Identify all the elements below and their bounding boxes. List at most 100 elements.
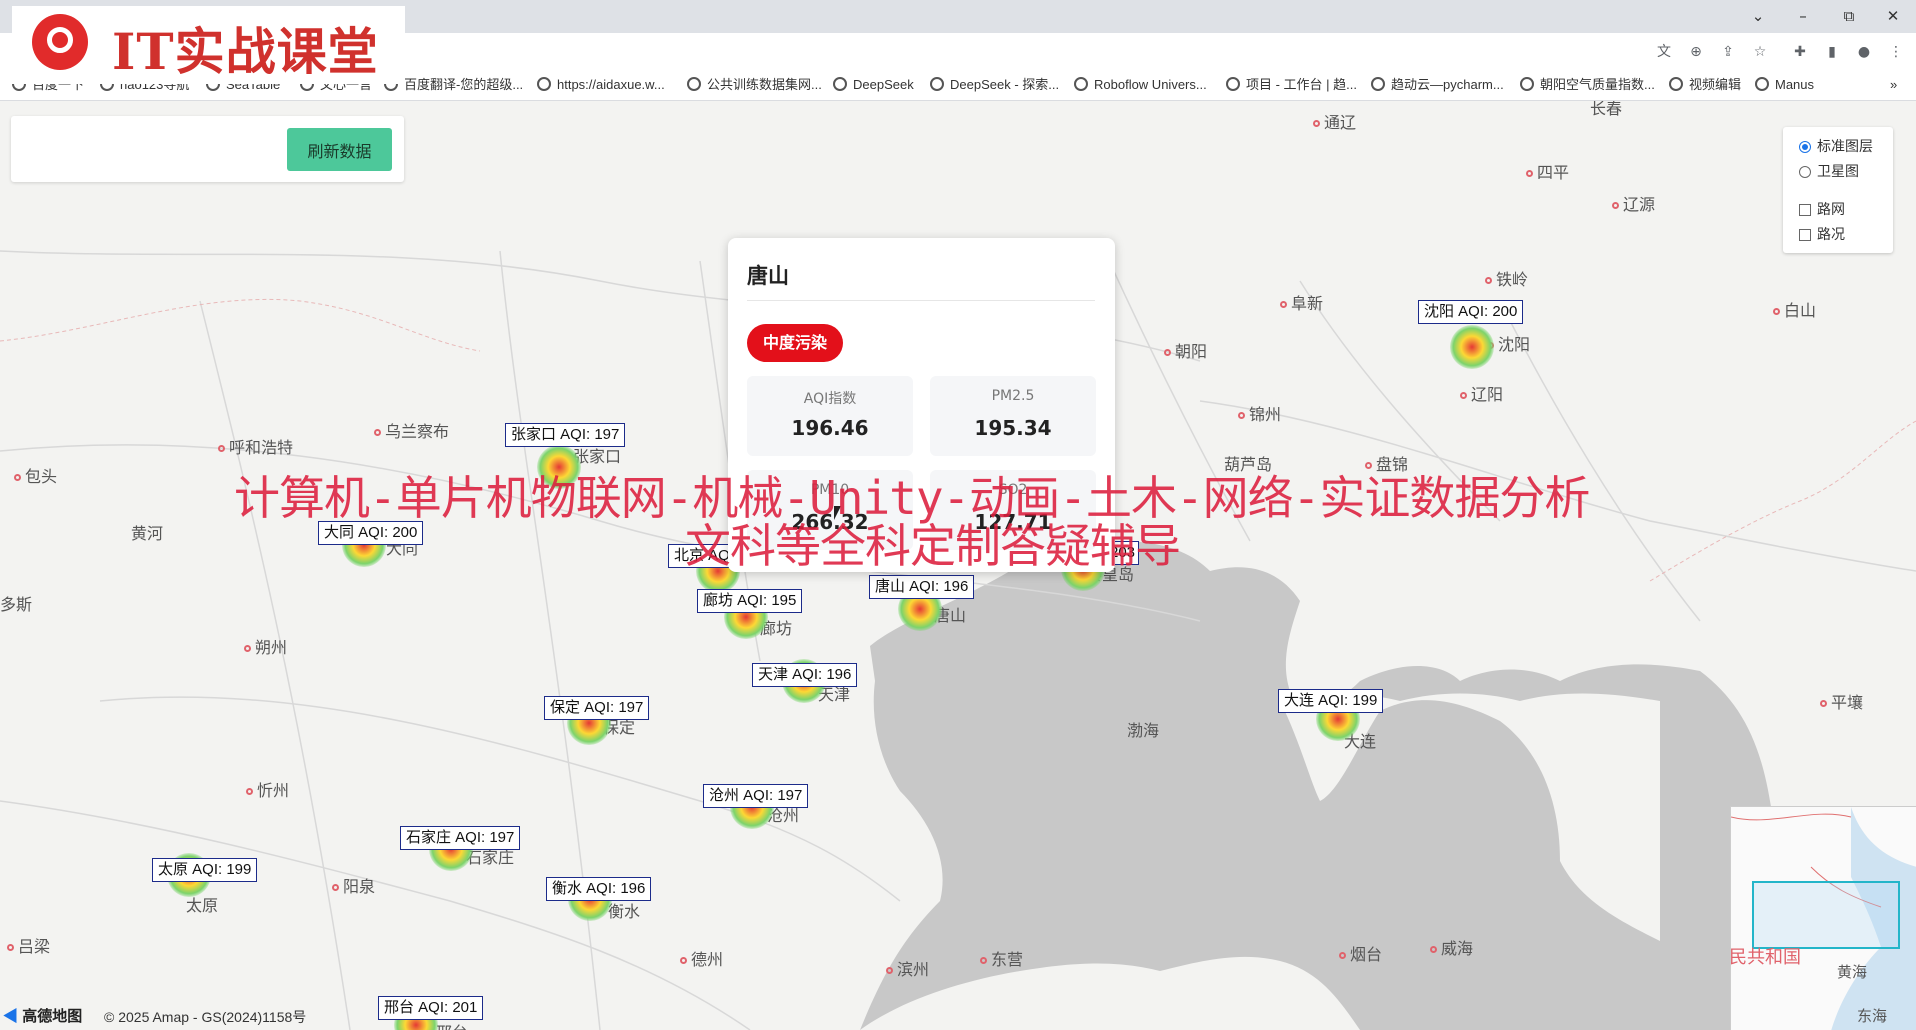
share-icon[interactable]: ⇪ (1718, 42, 1738, 62)
aqi-marker-label[interactable]: 廊坊 AQI: 195 (697, 589, 803, 613)
radio-selected-icon[interactable] (1799, 141, 1811, 153)
city-dot-icon (244, 645, 251, 652)
place-label: 德州 (680, 946, 723, 970)
bookmark-item[interactable]: Manus (1755, 76, 1814, 94)
checkbox-icon[interactable] (1799, 204, 1811, 216)
it-classroom-logo: IT实战课堂 (12, 6, 405, 84)
watermark-text-line2: 文科等全科定制答疑辅导 (685, 519, 1181, 573)
bookmark-icon (1074, 77, 1088, 91)
layer-satellite-label: 卫星图 (1817, 164, 1859, 180)
layer-road-option[interactable]: 路网 (1799, 200, 1845, 220)
translate-icon[interactable]: 文 (1654, 42, 1674, 62)
place-label: 四平 (1526, 159, 1569, 183)
place-label: 烟台 (1339, 941, 1382, 965)
aqi-marker-label[interactable]: 衡水 AQI: 196 (546, 877, 652, 901)
bookmark-item[interactable]: https://aidaxue.w... (537, 76, 665, 94)
star-icon[interactable]: ☆ (1750, 42, 1770, 62)
place-label: 锦州 (1238, 401, 1281, 425)
aqi-marker-label[interactable]: 沈阳 AQI: 200 (1418, 300, 1524, 324)
aqi-marker-label[interactable]: 唐山 AQI: 196 (869, 575, 975, 599)
city-dot-icon (1238, 412, 1245, 419)
place-label: 衡水 (608, 904, 641, 921)
city-dot-icon (1430, 946, 1437, 953)
layer-satellite-option[interactable]: 卫星图 (1799, 162, 1859, 182)
aqi-marker-label[interactable]: 张家口 AQI: 197 (505, 423, 626, 447)
city-dot-icon (7, 944, 14, 951)
radio-icon[interactable] (1799, 166, 1811, 178)
place-label: 朔州 (244, 634, 287, 658)
pm25-stat-label: PM2.5 (991, 388, 1035, 404)
bookmark-item[interactable]: 项目 - 工作台 | 趋... (1226, 76, 1357, 94)
bookmark-item[interactable]: Roboflow Univers... (1074, 76, 1207, 94)
country-label: 民共和国 (1730, 947, 1801, 967)
bookmark-icon (1755, 77, 1769, 91)
aqi-stat-label: AQI指数 (803, 391, 857, 407)
amap-logo[interactable]: ◀ 高德地图 (3, 1005, 82, 1026)
place-label: 平壤 (1820, 689, 1863, 713)
minimap-viewport[interactable] (1752, 881, 1900, 949)
city-dot-icon (246, 788, 253, 795)
layer-standard-option[interactable]: 标准图层 (1799, 137, 1873, 157)
refresh-data-button[interactable]: 刷新数据 (287, 128, 392, 171)
city-dot-icon (1164, 349, 1171, 356)
amap-arrow-icon: ◀ (3, 1008, 19, 1025)
bookmarks-more-button[interactable]: » (1890, 76, 1897, 94)
overview-minimap[interactable]: 民共和国 黄海 东海 (1730, 806, 1916, 1030)
bookmark-item[interactable]: 公共训练数据集网... (687, 76, 822, 94)
place-label: 白山 (1773, 297, 1816, 321)
bookmark-icon (537, 77, 551, 91)
restore-button[interactable]: ⧉ (1829, 4, 1869, 28)
aqi-marker-label[interactable]: 天津 AQI: 196 (752, 663, 858, 687)
zoom-icon[interactable]: ⊕ (1686, 42, 1706, 62)
bookmark-item[interactable]: DeepSeek (833, 76, 914, 94)
layer-road-label: 路网 (1817, 202, 1845, 218)
aqi-stat-card: AQI指数 196.46 (747, 376, 913, 456)
pm25-stat-value: 195.34 (974, 416, 1052, 440)
layer-traffic-option[interactable]: 路况 (1799, 225, 1845, 245)
close-window-button[interactable]: ✕ (1873, 4, 1913, 28)
aqi-marker-label[interactable]: 大连 AQI: 199 (1278, 689, 1384, 713)
bookmark-item[interactable]: 视频编辑 (1669, 76, 1741, 94)
city-dot-icon (332, 884, 339, 891)
aqi-marker-label[interactable]: 太原 AQI: 199 (152, 858, 258, 882)
layer-traffic-label: 路况 (1817, 227, 1845, 243)
menu-icon[interactable]: ⋮ (1886, 42, 1906, 62)
aqi-marker-label[interactable]: 邢台 AQI: 201 (378, 996, 484, 1020)
aqi-stat-value: 196.46 (791, 416, 869, 440)
city-dot-icon (980, 957, 987, 964)
bookmark-icon (1371, 77, 1385, 91)
place-label: 通辽 (1313, 109, 1356, 133)
sidepanel-icon[interactable]: ▮ (1822, 42, 1842, 62)
city-dot-icon (886, 967, 893, 974)
bookmark-item[interactable]: DeepSeek - 探索... (930, 76, 1059, 94)
place-label: 阳泉 (332, 873, 375, 897)
bookmark-item[interactable]: 朝阳空气质量指数... (1520, 76, 1655, 94)
city-dot-icon (1773, 308, 1780, 315)
extensions-icon[interactable]: ✚ (1790, 42, 1810, 62)
pollution-level-badge: 中度污染 (747, 324, 844, 362)
sea-label: 东海 (1857, 1008, 1888, 1025)
minimize-button[interactable]: – (1783, 4, 1823, 28)
city-dot-icon (1526, 170, 1533, 177)
amap-logo-text: 高德地图 (22, 1008, 83, 1025)
bookmark-icon (687, 77, 701, 91)
place-label: 威海 (1430, 935, 1473, 959)
profile-icon[interactable]: ● (1854, 42, 1874, 62)
checkbox-icon[interactable] (1799, 229, 1811, 241)
bookmark-item[interactable]: 趋动云—pycharm... (1371, 76, 1504, 94)
aqi-marker-label[interactable]: 沧州 AQI: 197 (703, 784, 809, 808)
popup-divider (747, 300, 1095, 301)
place-label: 东营 (980, 946, 1023, 970)
place-label: 黄河 (131, 526, 164, 543)
heat-spot (1450, 325, 1494, 369)
tab-search-chevron-icon[interactable]: ⌄ (1738, 4, 1778, 28)
layer-control-panel: 标准图层 卫星图 路网 路况 (1783, 127, 1893, 253)
city-dot-icon (1339, 952, 1346, 959)
city-dot-icon (1460, 392, 1467, 399)
aqi-marker-label[interactable]: 保定 AQI: 197 (544, 696, 650, 720)
city-dot-icon (1313, 120, 1320, 127)
aqi-marker-label[interactable]: 石家庄 AQI: 197 (400, 826, 521, 850)
city-dot-icon (680, 957, 687, 964)
sea-label: 渤海 (1127, 723, 1160, 740)
city-dot-icon (218, 445, 225, 452)
